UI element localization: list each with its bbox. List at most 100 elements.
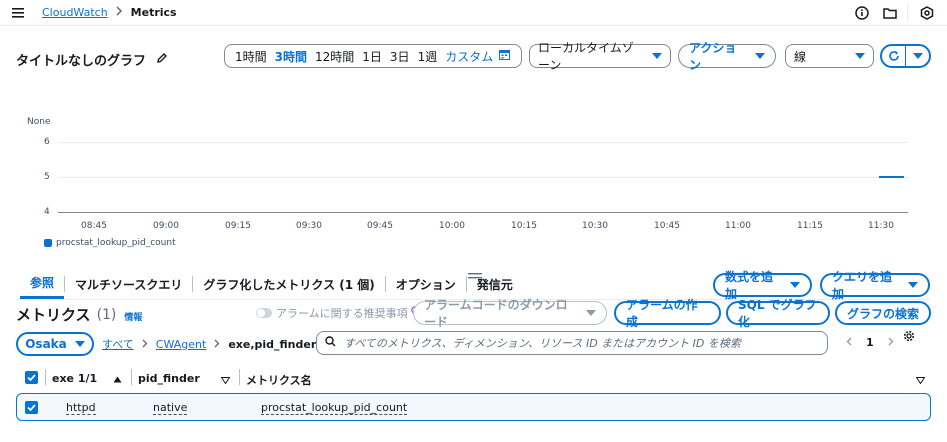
breadcrumb-current: Metrics bbox=[130, 6, 177, 19]
cell-pid-finder[interactable]: native bbox=[153, 401, 188, 415]
x-tick-label: 09:45 bbox=[367, 221, 393, 231]
region-select[interactable]: Osaka bbox=[16, 332, 94, 356]
metrics-count: (1) bbox=[96, 306, 117, 323]
crumb-namespace[interactable]: CWAgent bbox=[156, 338, 207, 351]
table-row[interactable]: httpd native procstat_lookup_pid_count bbox=[16, 393, 931, 421]
alarm-recommendations-toggle[interactable]: アラームに関する推奨事項 bbox=[256, 305, 419, 321]
edit-pencil-icon[interactable] bbox=[156, 52, 168, 67]
add-math-button[interactable]: 数式を追加 bbox=[713, 270, 812, 301]
row-checkbox[interactable] bbox=[25, 401, 38, 414]
caret-down-icon bbox=[755, 53, 765, 59]
time-range-3h[interactable]: 3時間 bbox=[275, 48, 307, 65]
info-icon[interactable] bbox=[852, 3, 872, 23]
x-tick-label: 11:30 bbox=[868, 221, 894, 231]
chevron-right-icon bbox=[142, 338, 148, 351]
legend-swatch bbox=[44, 239, 52, 247]
metrics-breadcrumb: すべて CWAgent exe,pid_finder bbox=[102, 336, 316, 352]
create-alarm-button[interactable]: アラームの作成 bbox=[614, 298, 721, 329]
grid-line bbox=[58, 142, 908, 143]
column-header-pid-finder[interactable]: pid_finder bbox=[138, 372, 200, 385]
sort-caret-icon[interactable] bbox=[915, 373, 926, 387]
actions-label: アクション bbox=[689, 41, 737, 72]
info-link[interactable]: 情報 bbox=[124, 310, 142, 323]
column-header-exe[interactable]: exe 1/1 bbox=[52, 372, 97, 385]
metrics-heading: メトリクス bbox=[16, 306, 91, 324]
time-range-selector: 1時間 3時間 12時間 1日 3日 1週 カスタム bbox=[224, 44, 522, 68]
refresh-split-button bbox=[880, 44, 931, 68]
x-tick-label: 08:45 bbox=[81, 221, 107, 231]
select-all-checkbox[interactable] bbox=[25, 371, 38, 384]
y-tick-label: 4 bbox=[44, 207, 50, 217]
timezone-value: ローカルタイムゾーン bbox=[538, 41, 634, 72]
search-placeholder: すべてのメトリクス、ディメンション、リソース ID またはアカウント ID を検… bbox=[344, 337, 741, 350]
settings-hexagon-icon[interactable] bbox=[917, 3, 937, 23]
calendar-icon[interactable] bbox=[499, 49, 511, 63]
chart-legend: procstat_lookup_pid_count bbox=[44, 238, 176, 248]
pagination: 1 bbox=[846, 336, 894, 349]
page-number[interactable]: 1 bbox=[866, 336, 874, 349]
caret-down-icon bbox=[586, 310, 596, 316]
time-range-1d[interactable]: 1日 bbox=[362, 48, 382, 65]
tab-multi-source-query[interactable]: マルチソースクエリ bbox=[65, 269, 192, 299]
breadcrumb-cloudwatch-link[interactable]: CloudWatch bbox=[42, 6, 108, 19]
time-range-1w[interactable]: 1週 bbox=[418, 48, 438, 65]
time-range-12h[interactable]: 12時間 bbox=[315, 48, 354, 65]
column-divider bbox=[45, 369, 46, 385]
x-tick-label: 10:15 bbox=[511, 221, 537, 231]
sql-graph-button[interactable]: SQL でグラフ化 bbox=[726, 298, 830, 329]
metrics-heading-group: メトリクス (1) 情報 bbox=[16, 304, 142, 325]
folder-icon[interactable] bbox=[880, 3, 900, 23]
legend-label[interactable]: procstat_lookup_pid_count bbox=[56, 238, 176, 248]
add-query-button[interactable]: クエリを追加 bbox=[820, 270, 930, 301]
caret-down-icon bbox=[855, 53, 865, 59]
time-range-custom[interactable]: カスタム bbox=[445, 48, 493, 65]
timezone-select[interactable]: ローカルタイムゾーン bbox=[529, 41, 671, 72]
metrics-search-input[interactable]: すべてのメトリクス、ディメンション、リソース ID またはアカウント ID を検… bbox=[316, 331, 828, 355]
grid-line bbox=[58, 177, 908, 178]
resize-handle-icon[interactable] bbox=[468, 268, 482, 282]
chevron-right-icon[interactable] bbox=[888, 336, 894, 349]
tab-graphed-metrics[interactable]: グラフ化したメトリクス (1 個) bbox=[193, 269, 384, 299]
x-tick-label: 10:45 bbox=[654, 221, 680, 231]
x-tick-label: 11:00 bbox=[725, 221, 751, 231]
chevron-right-icon bbox=[214, 338, 220, 351]
chevron-right-icon bbox=[116, 6, 123, 19]
time-range-3d[interactable]: 3日 bbox=[390, 48, 410, 65]
tab-options[interactable]: オプション bbox=[386, 269, 466, 299]
x-tick-label: 09:30 bbox=[296, 221, 322, 231]
alarm-toggle-label: アラームに関する推奨事項 bbox=[276, 307, 408, 320]
column-divider bbox=[239, 369, 240, 385]
x-tick-label: 10:30 bbox=[582, 221, 608, 231]
y-axis-label: None bbox=[27, 117, 51, 127]
caret-down-icon bbox=[912, 53, 923, 59]
graph-title-group: タイトルなしのグラフ bbox=[16, 50, 168, 69]
graph-title: タイトルなしのグラフ bbox=[16, 54, 147, 69]
column-header-metric-name[interactable]: メトリクス名 bbox=[246, 372, 312, 388]
cell-exe[interactable]: httpd bbox=[66, 401, 96, 415]
sort-ascending-icon[interactable] bbox=[113, 372, 122, 386]
chart-type-value: 線 bbox=[794, 49, 807, 64]
caret-down-icon bbox=[908, 282, 918, 288]
refresh-icon[interactable] bbox=[882, 46, 906, 66]
refresh-options-button[interactable] bbox=[906, 46, 929, 66]
gear-icon[interactable] bbox=[903, 330, 915, 345]
create-alarm-label: アラームの作成 bbox=[626, 298, 698, 329]
toggle-switch[interactable] bbox=[256, 308, 272, 318]
search-graphs-button[interactable]: グラフの検索 bbox=[835, 301, 931, 325]
add-query-label: クエリを追加 bbox=[832, 270, 893, 301]
sort-caret-icon[interactable] bbox=[220, 373, 231, 387]
chevron-left-icon[interactable] bbox=[846, 336, 852, 349]
region-label: Osaka bbox=[25, 337, 67, 351]
caret-down-icon bbox=[652, 53, 662, 59]
cell-metric-name[interactable]: procstat_lookup_pid_count bbox=[261, 401, 408, 415]
search-icon bbox=[325, 336, 336, 350]
actions-button[interactable]: アクション bbox=[678, 41, 776, 72]
top-bar: CloudWatch Metrics bbox=[0, 0, 947, 26]
crumb-all[interactable]: すべて bbox=[102, 336, 134, 352]
x-tick-label: 10:00 bbox=[439, 221, 465, 231]
chart-type-select[interactable]: 線 bbox=[785, 44, 874, 68]
tab-browse[interactable]: 参照 bbox=[20, 269, 65, 299]
time-range-1h[interactable]: 1時間 bbox=[235, 48, 267, 65]
download-alarm-code-button[interactable]: アラームコードのダウンロード bbox=[413, 298, 607, 329]
hamburger-menu-icon[interactable] bbox=[9, 3, 29, 23]
